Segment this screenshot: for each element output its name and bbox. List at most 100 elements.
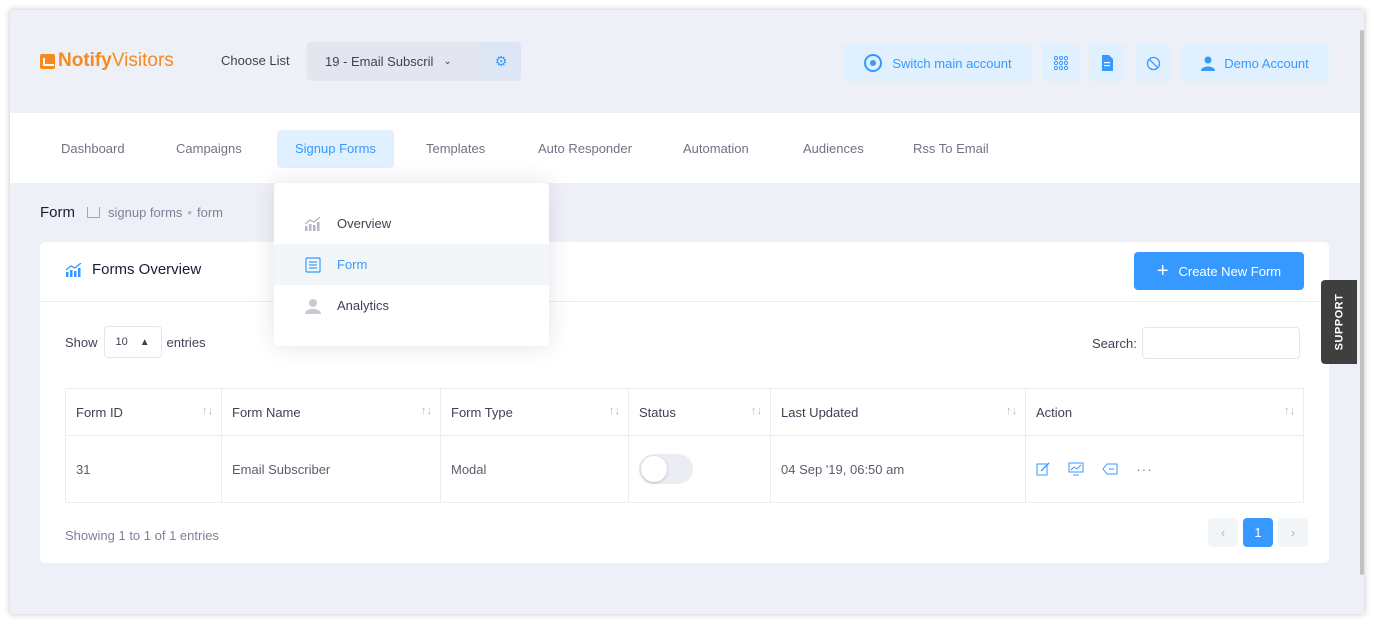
logo-text-b: Visitors — [111, 50, 174, 71]
col-status-label: Status — [639, 404, 676, 420]
col-status[interactable]: Status ↑↓ — [628, 388, 771, 436]
nav-templates[interactable]: Templates — [408, 130, 503, 168]
forms-table: Form ID ↑↓ Form Name ↑↓ Form Type ↑↓ Status… — [65, 388, 1304, 503]
plus-icon: + — [1156, 259, 1169, 282]
dropdown-item-analytics[interactable]: Analytics — [274, 285, 549, 326]
prev-page-button[interactable]: ‹ — [1208, 518, 1238, 547]
nav-signup-forms[interactable]: Signup Forms — [277, 130, 394, 168]
nav-auto-responder[interactable]: Auto Responder — [520, 130, 650, 168]
col-last-updated-label: Last Updated — [781, 404, 859, 420]
list-select-value: 19 - Email Subscril — [325, 54, 434, 69]
entries-select-value: 10 — [115, 336, 128, 348]
entries-select[interactable]: 10 ▲︎ — [103, 326, 162, 358]
cell-form-name: Email Subscriber — [221, 435, 441, 503]
switch-account-label: Switch main account — [892, 55, 1012, 71]
support-tab[interactable]: SUPPORT — [1321, 280, 1357, 364]
monitor-chart-icon[interactable] — [1068, 462, 1084, 476]
documents-button[interactable] — [1089, 44, 1125, 82]
dropdown-item-label: Form — [337, 257, 368, 272]
dropdown-item-form[interactable]: Form — [274, 244, 549, 285]
col-form-type-label: Form Type — [451, 404, 513, 420]
scrollbar[interactable] — [1360, 30, 1364, 575]
logo-text-a: Notify — [58, 50, 112, 71]
cell-status — [628, 435, 771, 503]
col-action-label: Action — [1036, 404, 1073, 420]
table-header-row: Form ID ↑↓ Form Name ↑↓ Form Type ↑↓ Status… — [65, 388, 1304, 436]
card-header: Forms Overview + Create New Form — [40, 242, 1329, 302]
support-label: SUPPORT — [1333, 293, 1345, 351]
choose-list-label: Choose List — [221, 53, 290, 68]
sort-icon: ↑↓ — [421, 405, 432, 417]
sort-icon: ↑↓ — [202, 405, 213, 417]
toggle-knob — [641, 456, 667, 482]
search-input[interactable] — [1141, 327, 1300, 359]
gear-icon: ⚙ — [494, 53, 508, 69]
status-toggle[interactable] — [639, 454, 693, 484]
page-button[interactable]: 1 — [1243, 518, 1273, 547]
tag-icon[interactable] — [1102, 463, 1118, 475]
create-new-form-label: Create New Form — [1178, 263, 1282, 279]
dropdown-item-label: Analytics — [337, 298, 390, 313]
nav-campaigns[interactable]: Campaigns — [158, 130, 260, 168]
col-form-name[interactable]: Form Name ↑↓ — [221, 388, 441, 436]
breadcrumb: signup forms • form — [87, 205, 223, 220]
cell-actions: ··· — [1025, 435, 1304, 503]
page-title: Form — [40, 204, 75, 221]
cell-form-type: Modal — [440, 435, 629, 503]
logo[interactable]: Notify Visitors — [40, 50, 174, 72]
col-form-type[interactable]: Form Type ↑↓ — [440, 388, 629, 436]
list-select[interactable]: 19 - Email Subscril ⌄ — [307, 42, 481, 81]
sort-updown-icon: ▲︎ — [139, 336, 150, 348]
show-label: Show — [65, 334, 98, 350]
col-last-updated[interactable]: Last Updated ↑↓ — [770, 388, 1026, 436]
dropdown-item-overview[interactable]: Overview — [274, 203, 549, 244]
form-icon — [305, 256, 321, 273]
nav-automation[interactable]: Automation — [665, 130, 767, 168]
table-row: 31 Email Subscriber Modal 04 Sep '19, 06… — [65, 435, 1304, 503]
apps-grid-icon — [1053, 55, 1069, 71]
block-button[interactable] — [1135, 44, 1171, 82]
breadcrumb-bar: Form signup forms • form — [40, 204, 223, 221]
nav-dashboard[interactable]: Dashboard — [43, 130, 143, 168]
search-box: Search: — [1092, 327, 1300, 359]
cell-form-id: 31 — [65, 435, 222, 503]
more-options-icon[interactable]: ··· — [1136, 461, 1153, 477]
entries-label: entries — [166, 334, 206, 350]
card-title: Forms Overview — [65, 261, 201, 278]
list-settings-button[interactable]: ⚙ — [481, 42, 521, 81]
card-title-text: Forms Overview — [92, 261, 202, 278]
chart-icon — [304, 216, 321, 231]
nav-audiences[interactable]: Audiences — [785, 130, 882, 168]
chart-icon — [65, 262, 82, 277]
breadcrumb-separator: • — [187, 205, 192, 220]
top-bar: Notify Visitors Choose List 19 - Email Su… — [10, 10, 1364, 113]
breadcrumb-form[interactable]: form — [197, 205, 223, 220]
table-info: Showing 1 to 1 of 1 entries — [65, 528, 219, 543]
apps-button[interactable] — [1042, 44, 1080, 82]
app-window: Notify Visitors Choose List 19 - Email Su… — [10, 10, 1364, 614]
breadcrumb-signup-forms[interactable]: signup forms — [108, 205, 182, 220]
search-label: Search: — [1092, 335, 1137, 351]
show-entries: Show 10 ▲︎ entries — [65, 326, 206, 358]
account-button[interactable]: Demo Account — [1181, 44, 1329, 82]
row-actions: ··· — [1036, 461, 1293, 477]
logo-icon — [40, 53, 55, 69]
cell-last-updated: 04 Sep '19, 06:50 am — [770, 435, 1026, 503]
home-icon[interactable] — [87, 207, 100, 218]
edit-icon[interactable] — [1036, 462, 1050, 476]
sort-icon: ↑↓ — [609, 405, 620, 417]
pagination: ‹ 1 › — [1208, 518, 1308, 547]
col-action[interactable]: Action ↑↓ — [1025, 388, 1304, 436]
ban-icon — [1146, 56, 1160, 70]
forms-card: Forms Overview + Create New Form Show 10… — [40, 242, 1329, 563]
document-icon — [1102, 55, 1113, 71]
analytics-icon — [305, 298, 321, 314]
col-form-id[interactable]: Form ID ↑↓ — [65, 388, 222, 436]
create-new-form-button[interactable]: + Create New Form — [1134, 252, 1304, 290]
switch-account-button[interactable]: Switch main account — [843, 44, 1033, 82]
target-icon — [864, 54, 883, 72]
sort-icon: ↑↓ — [751, 405, 762, 417]
col-form-id-label: Form ID — [76, 404, 123, 420]
next-page-button[interactable]: › — [1278, 518, 1308, 547]
nav-rss-to-email[interactable]: Rss To Email — [895, 130, 1007, 168]
